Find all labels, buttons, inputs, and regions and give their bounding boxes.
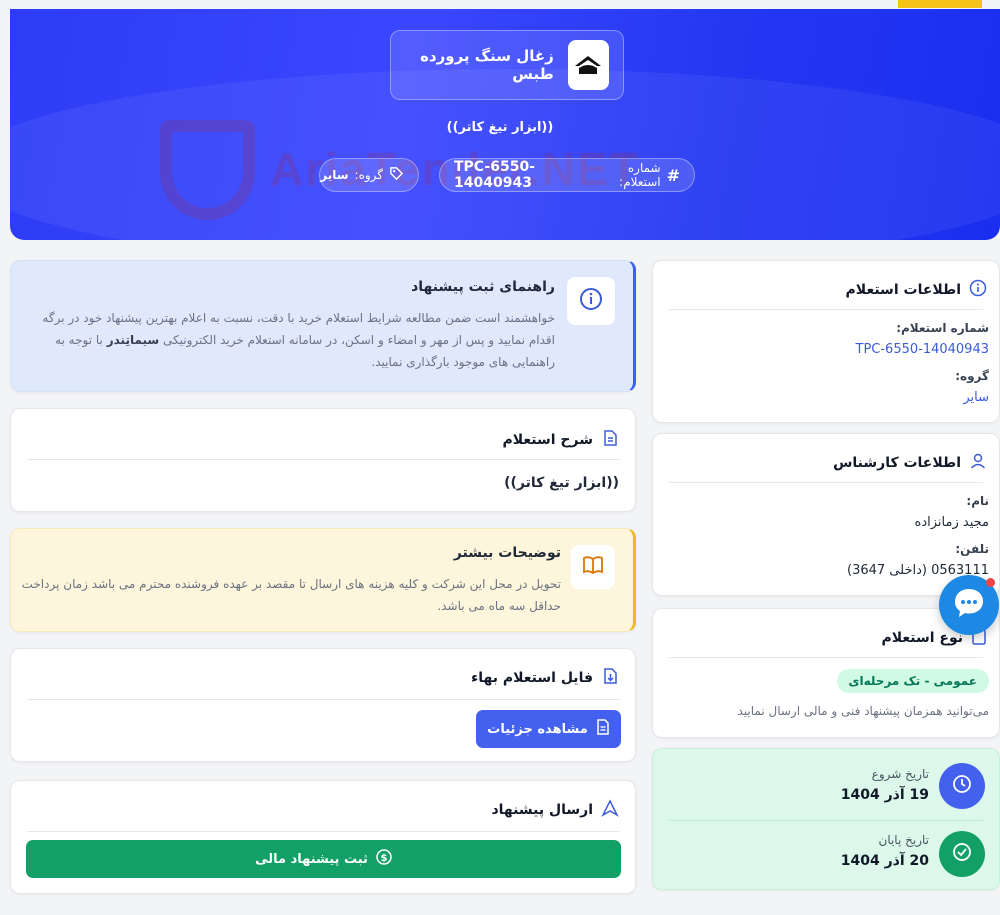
inquiry-type-title: نوع استعلام bbox=[881, 630, 963, 646]
description-header: شرح استعلام bbox=[502, 429, 619, 451]
submit-divider bbox=[27, 831, 619, 832]
description-title: شرح استعلام bbox=[502, 432, 593, 448]
inquiry-type-card: نوع استعلام عمومی - تک مرحله‌ای می‌توانی… bbox=[652, 608, 1000, 738]
check-circle-icon bbox=[952, 842, 972, 866]
inquiry-number-label: شماره استعلام: bbox=[619, 161, 661, 189]
file-header: فایل استعلام بهاء bbox=[471, 667, 619, 689]
description-divider bbox=[27, 459, 619, 460]
clock-icon bbox=[952, 774, 972, 798]
inquiry-info-title: اطلاعات استعلام bbox=[845, 282, 961, 298]
inquiry-number-link[interactable]: TPC-6550-14040943 bbox=[856, 342, 990, 357]
more-info-icon-box bbox=[571, 545, 615, 589]
expert-info-divider bbox=[669, 482, 983, 483]
view-details-label: مشاهده جزئیات bbox=[487, 721, 588, 737]
hash-icon: # bbox=[666, 165, 680, 185]
more-info-title: توضیحات بیشتر bbox=[453, 545, 561, 561]
inquiry-number-value: TPC-6550-14040943 bbox=[454, 159, 535, 191]
more-info-card: توضیحات بیشتر تحویل در محل این شرکت و کل… bbox=[10, 528, 636, 632]
group-value: سایر bbox=[320, 168, 349, 182]
end-date-icon-circle bbox=[939, 831, 985, 877]
company-logo bbox=[567, 40, 609, 90]
inquiry-info-divider bbox=[669, 309, 983, 310]
file-title: فایل استعلام بهاء bbox=[471, 670, 593, 686]
file-download-icon bbox=[601, 667, 619, 689]
expert-info-title: اطلاعات کارشناس bbox=[833, 455, 961, 471]
info-icon bbox=[969, 279, 987, 301]
inquiry-number-label: شماره استعلام: bbox=[896, 321, 989, 335]
name-label: نام: bbox=[966, 494, 989, 508]
inquiry-type-badge-wrap: عمومی - تک مرحله‌ای bbox=[836, 669, 989, 693]
inquiry-number-pill: # شماره استعلام: TPC-6550-14040943 bbox=[439, 158, 695, 192]
guide-text: خواهشمند است ضمن مطالعه شرایط استعلام خر… bbox=[25, 307, 555, 373]
dates-divider bbox=[669, 820, 983, 821]
svg-text:$: $ bbox=[380, 853, 387, 864]
document-icon bbox=[596, 719, 610, 739]
start-date-label: تاریخ شروع bbox=[871, 767, 929, 781]
inquiry-subtitle: ((ابزار تیغ کاتر)) bbox=[446, 120, 554, 135]
expert-name: مجید زمانزاده bbox=[914, 515, 989, 530]
description-text: ((ابزار تیغ کاتر)) bbox=[504, 475, 619, 491]
guide-brand: سیماتِندر bbox=[106, 333, 160, 347]
description-card: شرح استعلام ((ابزار تیغ کاتر)) bbox=[10, 408, 636, 512]
expert-info-header: اطلاعات کارشناس bbox=[833, 452, 987, 474]
group-label: گروه: bbox=[354, 168, 383, 182]
phone-label: تلفن: bbox=[955, 542, 989, 556]
expert-info-card: اطلاعات کارشناس نام: مجید زمانزاده تلفن:… bbox=[652, 433, 1000, 596]
company-name: زغال سنگ پرورده طبس bbox=[420, 47, 554, 83]
guide-title: راهنمای ثبت پیشنهاد bbox=[411, 279, 555, 295]
book-icon bbox=[582, 555, 604, 579]
submit-header: ارسال پیشنهاد bbox=[491, 799, 619, 821]
group-pill: گروه: سایر bbox=[319, 158, 419, 192]
view-details-button[interactable]: مشاهده جزئیات bbox=[476, 710, 621, 748]
send-icon bbox=[601, 799, 619, 821]
file-divider bbox=[27, 699, 619, 700]
dollar-icon: $ bbox=[376, 849, 392, 869]
info-icon bbox=[579, 287, 603, 315]
end-date-value: 20 آذر 1404 bbox=[840, 853, 929, 869]
start-date-value: 19 آذر 1404 bbox=[840, 787, 929, 803]
guide-icon-box bbox=[567, 277, 615, 325]
submit-financial-offer-button[interactable]: $ ثبت پیشنهاد مالی bbox=[26, 840, 621, 878]
user-icon bbox=[969, 452, 987, 474]
inquiry-info-header: اطلاعات استعلام bbox=[846, 279, 987, 301]
more-info-text: تحویل در محل این شرکت و کلیه هزینه های ا… bbox=[21, 577, 561, 613]
chat-notification-dot bbox=[986, 578, 995, 587]
submit-title: ارسال پیشنهاد bbox=[491, 802, 593, 818]
inquiry-info-card: اطلاعات استعلام شماره استعلام: TPC-6550-… bbox=[652, 260, 1000, 423]
document-icon bbox=[601, 429, 619, 451]
start-date-icon-circle bbox=[939, 763, 985, 809]
end-date-label: تاریخ پایان bbox=[878, 833, 930, 847]
company-header: زغال سنگ پرورده طبس bbox=[390, 30, 624, 100]
top-yellow-tab[interactable] bbox=[898, 0, 982, 8]
submit-financial-offer-label: ثبت پیشنهاد مالی bbox=[255, 851, 368, 867]
chat-bubble-icon bbox=[951, 585, 987, 625]
watermark-shield-icon bbox=[160, 120, 255, 220]
group-link[interactable]: سایر bbox=[963, 390, 989, 405]
group-label: گروه: bbox=[955, 369, 989, 383]
dates-card: تاریخ شروع 19 آذر 1404 تاریخ پایان 20 آذ… bbox=[652, 748, 1000, 890]
inquiry-type-badge: عمومی - تک مرحله‌ای bbox=[836, 669, 989, 693]
tag-icon bbox=[389, 166, 404, 184]
inquiry-type-text: می‌توانید همزمان پیشنهاد فنی و مالی ارسا… bbox=[737, 704, 989, 718]
guide-card: راهنمای ثبت پیشنهاد خواهشمند است ضمن مطا… bbox=[10, 260, 636, 392]
inquiry-type-divider bbox=[669, 657, 983, 658]
